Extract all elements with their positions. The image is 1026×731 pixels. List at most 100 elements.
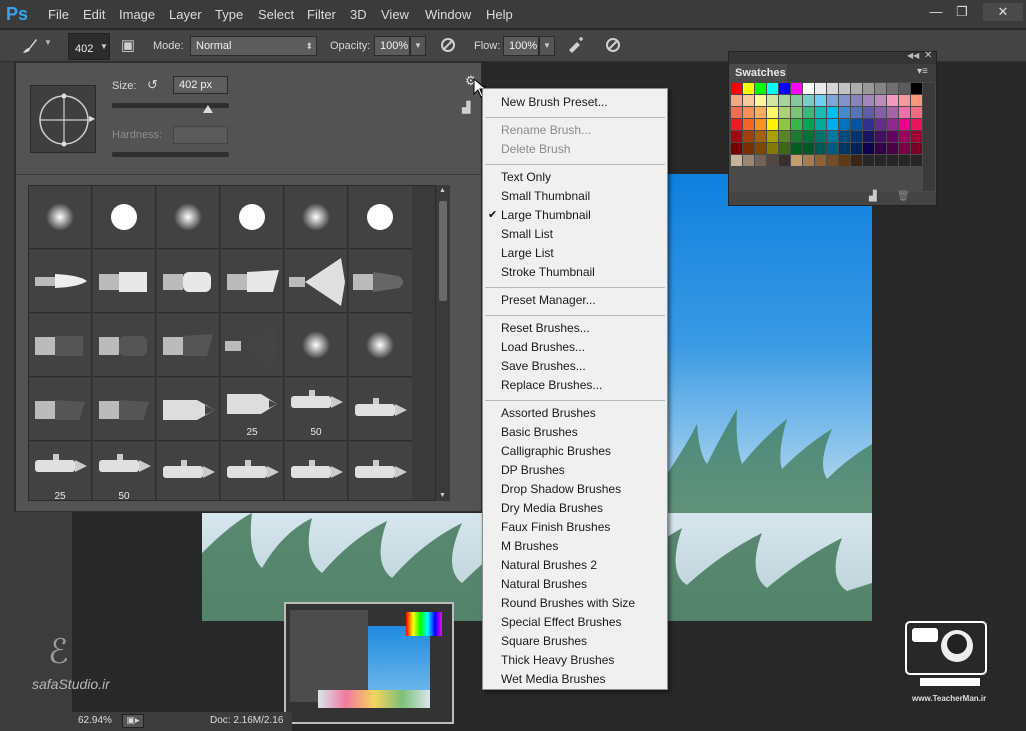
swatch[interactable] [911,83,922,94]
swatch[interactable] [887,107,898,118]
swatch[interactable] [851,143,862,154]
swatch[interactable] [731,119,742,130]
brush-preset-airbrush[interactable] [349,442,412,500]
swatch[interactable] [779,107,790,118]
brush-preset-fan[interactable] [285,250,348,313]
brush-preset-flat-bristle[interactable] [93,250,156,313]
menu-item-faux-finish-brushes[interactable]: Faux Finish Brushes [501,520,610,534]
swatch[interactable] [851,83,862,94]
swatch[interactable] [791,143,802,154]
swatch[interactable] [779,131,790,142]
menu-item-small-list[interactable]: Small List [501,227,553,241]
scroll-down-icon[interactable]: ▼ [439,492,446,499]
swatch[interactable] [791,119,802,130]
swatch[interactable] [899,143,910,154]
brush-preset-pencil-25[interactable]: 25 [221,378,284,441]
brush-preset-flat-dark[interactable] [93,378,156,441]
swatch[interactable] [767,155,778,166]
swatch[interactable] [899,131,910,142]
swatch[interactable] [767,119,778,130]
brush-size-picker[interactable]: 402 ▼ [68,33,110,60]
menu-item-preset-manager[interactable]: Preset Manager... [501,293,596,307]
menu-item-dry-media-brushes[interactable]: Dry Media Brushes [501,501,603,515]
swatch[interactable] [863,119,874,130]
swatch[interactable] [839,119,850,130]
brush-preset-flat-angle[interactable] [221,250,284,313]
brush-preset-grid[interactable]: 25 50 25 50 [28,185,450,501]
menu-item-large-thumbnail[interactable]: Large Thumbnail [501,208,591,222]
swatch[interactable] [887,131,898,142]
menu-item-save-brushes[interactable]: Save Brushes... [501,359,586,373]
new-swatch-icon[interactable]: ▟ [869,191,877,202]
swatch[interactable] [911,107,922,118]
menu-item-new-brush-preset[interactable]: New Brush Preset... [501,95,608,109]
mode-select[interactable]: Normal ⬍ [190,36,317,56]
menu-file[interactable]: File [48,7,69,22]
swatch[interactable] [887,95,898,106]
swatch[interactable] [803,143,814,154]
swatch[interactable] [911,143,922,154]
brush-preset-hard-round[interactable] [349,186,412,249]
panel-close-icon[interactable]: ✕ [924,50,932,61]
brush-tool-icon[interactable] [20,36,40,56]
swatch[interactable] [803,155,814,166]
swatch[interactable] [851,95,862,106]
brush-preset-flat-dark[interactable] [29,378,92,441]
brush-preset-flat-dark[interactable] [29,314,92,377]
menu-item-calligraphic-brushes[interactable]: Calligraphic Brushes [501,444,611,458]
swatch[interactable] [731,107,742,118]
swatch[interactable] [743,107,754,118]
swatch[interactable] [731,95,742,106]
swatch[interactable] [875,83,886,94]
swatch[interactable] [863,131,874,142]
swatch[interactable] [887,143,898,154]
swatch[interactable] [767,95,778,106]
scroll-thumb[interactable] [439,201,447,301]
tool-preset-chevron-icon[interactable]: ▼ [44,38,54,54]
swatch[interactable] [899,83,910,94]
swatch[interactable] [911,119,922,130]
swatch[interactable] [755,131,766,142]
menu-layer[interactable]: Layer [169,7,202,22]
minimize-button[interactable]: — [924,3,948,21]
swatch[interactable] [743,119,754,130]
swatch[interactable] [827,119,838,130]
swatch[interactable] [863,143,874,154]
menu-item-assorted-brushes[interactable]: Assorted Brushes [501,406,596,420]
size-field[interactable]: 402 px [173,76,228,94]
flow-dropdown-icon[interactable]: ▼ [539,36,555,56]
size-slider-track[interactable] [112,103,229,108]
brush-preset-flat-blunt[interactable] [157,250,220,313]
swatch[interactable] [875,155,886,166]
swatch[interactable] [767,83,778,94]
swatch[interactable] [839,95,850,106]
menu-3d[interactable]: 3D [350,7,367,22]
reset-size-icon[interactable]: ↺ [147,77,163,93]
swatch[interactable] [767,143,778,154]
swatch[interactable] [815,119,826,130]
new-preset-icon[interactable]: ▟ [462,101,474,114]
swatch[interactable] [875,107,886,118]
status-options-icon[interactable]: ▣▸ [122,714,144,728]
menu-item-dp-brushes[interactable]: DP Brushes [501,463,565,477]
brush-preset-pencil[interactable] [157,378,220,441]
brush-preset-fan-dark[interactable] [221,314,284,377]
swatch[interactable] [743,95,754,106]
brush-preset-soft-round[interactable] [285,314,348,377]
swatch[interactable] [827,95,838,106]
brush-preset-airbrush[interactable] [157,442,220,500]
brush-preset-flat-dark[interactable] [93,314,156,377]
swatch[interactable] [803,107,814,118]
swatch[interactable] [803,131,814,142]
menu-type[interactable]: Type [215,7,243,22]
swatch[interactable] [899,155,910,166]
swatch[interactable] [851,155,862,166]
brush-preset-airbrush-50[interactable]: 50 [285,378,348,441]
swatch[interactable] [779,119,790,130]
swatch[interactable] [755,95,766,106]
menu-edit[interactable]: Edit [83,7,105,22]
swatch[interactable] [731,131,742,142]
brush-preset-flat-fan[interactable] [349,250,412,313]
swatch[interactable] [791,107,802,118]
airbrush-icon[interactable] [566,36,586,56]
